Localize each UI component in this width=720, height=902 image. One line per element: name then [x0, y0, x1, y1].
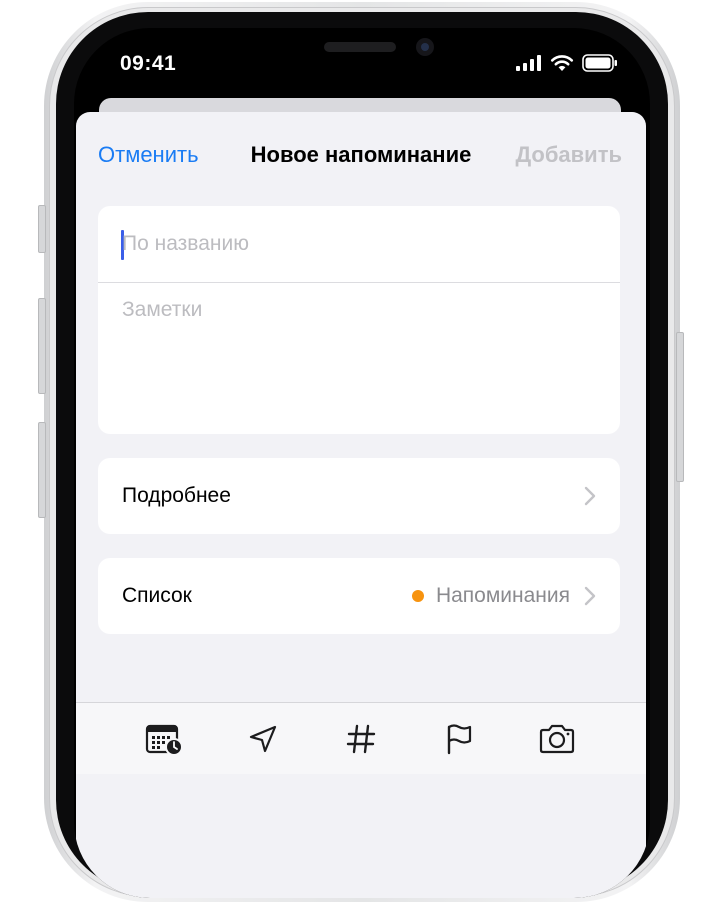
title-input[interactable] [122, 226, 592, 262]
list-value: Напоминания [435, 584, 570, 607]
flag-icon [447, 723, 472, 754]
cancel-button[interactable]: Отменить [98, 142, 199, 168]
toolbar [76, 702, 646, 774]
volume-down-button [38, 422, 46, 518]
nav-bar: Новое напоминание Отменить Добавить [76, 112, 646, 196]
location-button[interactable] [241, 717, 285, 761]
details-row[interactable]: Подробнее [98, 458, 620, 534]
wifi-icon [550, 55, 574, 71]
hashtag-icon [346, 724, 376, 753]
phone-screen: 09:41 Новое напоминание Отменить Добавит… [74, 28, 650, 898]
list-row[interactable]: Список Напоминания [98, 558, 620, 634]
camera-button[interactable] [535, 717, 579, 761]
new-reminder-sheet: Новое напоминание Отменить Добавить Подр… [76, 112, 646, 898]
add-button[interactable]: Добавить [515, 142, 622, 168]
calendar-clock-icon [145, 724, 183, 756]
chevron-right-icon [584, 486, 596, 506]
flag-button[interactable] [437, 717, 481, 761]
notes-input[interactable] [122, 298, 592, 418]
power-button [676, 332, 684, 482]
reminder-input-card [98, 206, 620, 434]
mute-switch [38, 205, 46, 253]
volume-up-button [38, 298, 46, 394]
status-icons [516, 54, 618, 72]
tag-button[interactable] [339, 717, 383, 761]
list-color-dot [411, 590, 424, 602]
date-time-button[interactable] [143, 717, 187, 761]
location-arrow-icon [249, 725, 277, 752]
speaker-grille [324, 42, 396, 52]
cellular-signal-icon [516, 55, 541, 71]
camera-icon [539, 724, 575, 753]
battery-icon [582, 54, 617, 72]
chevron-right-icon [584, 586, 596, 606]
divider [98, 282, 620, 283]
details-label: Подробнее [122, 484, 231, 507]
front-camera [416, 38, 434, 56]
list-label: Список [122, 584, 192, 607]
status-time: 09:41 [120, 52, 177, 75]
